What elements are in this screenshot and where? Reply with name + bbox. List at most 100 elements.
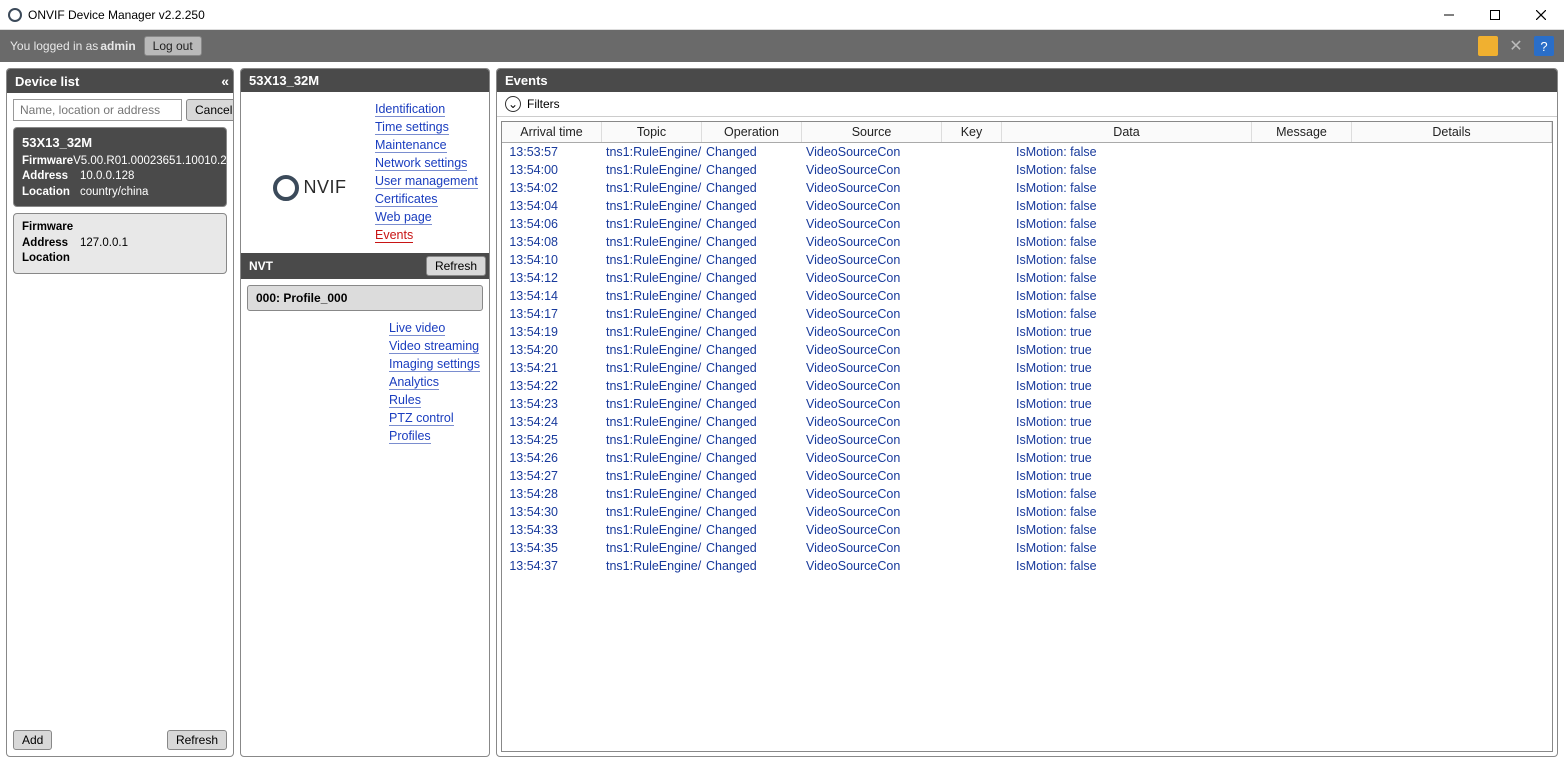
device-link-certificates[interactable]: Certificates xyxy=(375,192,438,207)
cell-source: VideoSourceCon xyxy=(802,431,942,449)
event-row[interactable]: 13:54:27tns1:RuleEngine/ChangedVideoSour… xyxy=(502,467,1552,485)
event-row[interactable]: 13:54:22tns1:RuleEngine/ChangedVideoSour… xyxy=(502,377,1552,395)
event-row[interactable]: 13:54:08tns1:RuleEngine/ChangedVideoSour… xyxy=(502,233,1552,251)
event-row[interactable]: 13:54:25tns1:RuleEngine/ChangedVideoSour… xyxy=(502,431,1552,449)
cell-data: IsMotion: false xyxy=(1002,521,1252,539)
device-search-input[interactable] xyxy=(13,99,182,121)
cell-key xyxy=(942,485,1002,503)
device-card[interactable]: FirmwareAddress127.0.0.1Location xyxy=(13,213,227,274)
cell-data: IsMotion: false xyxy=(1002,557,1252,575)
window-maximize-button[interactable] xyxy=(1472,0,1518,30)
search-cancel-button[interactable]: Cancel xyxy=(186,99,234,121)
filters-label: Filters xyxy=(527,97,560,111)
event-row[interactable]: 13:54:28tns1:RuleEngine/ChangedVideoSour… xyxy=(502,485,1552,503)
cell-source: VideoSourceCon xyxy=(802,539,942,557)
cell-source: VideoSourceCon xyxy=(802,305,942,323)
event-row[interactable]: 13:54:35tns1:RuleEngine/ChangedVideoSour… xyxy=(502,539,1552,557)
filters-row[interactable]: ⌄ Filters xyxy=(497,92,1557,117)
cell-data: IsMotion: true xyxy=(1002,341,1252,359)
col-key[interactable]: Key xyxy=(942,122,1002,142)
cell-data: IsMotion: false xyxy=(1002,215,1252,233)
device-link-user-management[interactable]: User management xyxy=(375,174,478,189)
profile-link-ptz-control[interactable]: PTZ control xyxy=(389,411,454,426)
logout-button[interactable]: Log out xyxy=(144,36,202,56)
event-row[interactable]: 13:54:33tns1:RuleEngine/ChangedVideoSour… xyxy=(502,521,1552,539)
event-row[interactable]: 13:54:00tns1:RuleEngine/ChangedVideoSour… xyxy=(502,161,1552,179)
window-close-button[interactable] xyxy=(1518,0,1564,30)
cell-data: IsMotion: true xyxy=(1002,359,1252,377)
address-label: Address xyxy=(22,169,80,185)
add-device-button[interactable]: Add xyxy=(13,730,52,750)
help-icon[interactable]: ? xyxy=(1534,36,1554,56)
profile-link-live-video[interactable]: Live video xyxy=(389,321,445,336)
cell-message xyxy=(1252,521,1352,539)
col-details[interactable]: Details xyxy=(1352,122,1552,142)
cell-time: 13:54:26 xyxy=(502,449,602,467)
cell-key xyxy=(942,179,1002,197)
cell-message xyxy=(1252,359,1352,377)
profile-link-imaging-settings[interactable]: Imaging settings xyxy=(389,357,480,372)
event-row[interactable]: 13:54:20tns1:RuleEngine/ChangedVideoSour… xyxy=(502,341,1552,359)
window-minimize-button[interactable] xyxy=(1426,0,1472,30)
cell-operation: Changed xyxy=(702,413,802,431)
device-card[interactable]: 53X13_32MFirmwareV5.00.R01.00023651.1001… xyxy=(13,127,227,207)
cell-details xyxy=(1352,305,1552,323)
profile-link-profiles[interactable]: Profiles xyxy=(389,429,431,444)
tools-icon[interactable]: ✕ xyxy=(1506,36,1526,56)
col-operation[interactable]: Operation xyxy=(702,122,802,142)
event-row[interactable]: 13:54:06tns1:RuleEngine/ChangedVideoSour… xyxy=(502,215,1552,233)
nvt-refresh-button[interactable]: Refresh xyxy=(426,256,486,276)
device-link-time-settings[interactable]: Time settings xyxy=(375,120,449,135)
cell-data: IsMotion: false xyxy=(1002,539,1252,557)
cell-time: 13:54:37 xyxy=(502,557,602,575)
profile-link-rules[interactable]: Rules xyxy=(389,393,421,408)
cell-data: IsMotion: true xyxy=(1002,431,1252,449)
device-link-network-settings[interactable]: Network settings xyxy=(375,156,467,171)
event-row[interactable]: 13:54:17tns1:RuleEngine/ChangedVideoSour… xyxy=(502,305,1552,323)
event-row[interactable]: 13:54:23tns1:RuleEngine/ChangedVideoSour… xyxy=(502,395,1552,413)
event-row[interactable]: 13:53:57tns1:RuleEngine/ChangedVideoSour… xyxy=(502,143,1552,161)
cell-details xyxy=(1352,539,1552,557)
cell-topic: tns1:RuleEngine/ xyxy=(602,521,702,539)
profile-link-analytics[interactable]: Analytics xyxy=(389,375,439,390)
cell-operation: Changed xyxy=(702,467,802,485)
cell-time: 13:54:12 xyxy=(502,269,602,287)
collapse-icon[interactable]: « xyxy=(221,73,225,89)
event-row[interactable]: 13:54:37tns1:RuleEngine/ChangedVideoSour… xyxy=(502,557,1552,575)
event-row[interactable]: 13:54:21tns1:RuleEngine/ChangedVideoSour… xyxy=(502,359,1552,377)
titlebar: ONVIF Device Manager v2.2.250 xyxy=(0,0,1564,30)
event-row[interactable]: 13:54:24tns1:RuleEngine/ChangedVideoSour… xyxy=(502,413,1552,431)
cell-data: IsMotion: false xyxy=(1002,485,1252,503)
refresh-devices-button[interactable]: Refresh xyxy=(167,730,227,750)
col-topic[interactable]: Topic xyxy=(602,122,702,142)
col-arrival-time[interactable]: Arrival time xyxy=(502,122,602,142)
col-data[interactable]: Data xyxy=(1002,122,1252,142)
events-header: Events xyxy=(497,69,1557,92)
device-link-events[interactable]: Events xyxy=(375,228,413,243)
event-row[interactable]: 13:54:02tns1:RuleEngine/ChangedVideoSour… xyxy=(502,179,1552,197)
profile-link-video-streaming[interactable]: Video streaming xyxy=(389,339,479,354)
settings-folder-icon[interactable] xyxy=(1478,36,1498,56)
cell-source: VideoSourceCon xyxy=(802,413,942,431)
cell-data: IsMotion: false xyxy=(1002,233,1252,251)
device-link-maintenance[interactable]: Maintenance xyxy=(375,138,447,153)
event-row[interactable]: 13:54:30tns1:RuleEngine/ChangedVideoSour… xyxy=(502,503,1552,521)
device-link-identification[interactable]: Identification xyxy=(375,102,445,117)
device-link-web-page[interactable]: Web page xyxy=(375,210,432,225)
col-message[interactable]: Message xyxy=(1252,122,1352,142)
col-source[interactable]: Source xyxy=(802,122,942,142)
event-row[interactable]: 13:54:19tns1:RuleEngine/ChangedVideoSour… xyxy=(502,323,1552,341)
cell-details xyxy=(1352,431,1552,449)
event-row[interactable]: 13:54:26tns1:RuleEngine/ChangedVideoSour… xyxy=(502,449,1552,467)
event-row[interactable]: 13:54:10tns1:RuleEngine/ChangedVideoSour… xyxy=(502,251,1552,269)
event-row[interactable]: 13:54:12tns1:RuleEngine/ChangedVideoSour… xyxy=(502,269,1552,287)
event-row[interactable]: 13:54:14tns1:RuleEngine/ChangedVideoSour… xyxy=(502,287,1552,305)
cell-time: 13:54:08 xyxy=(502,233,602,251)
cell-data: IsMotion: true xyxy=(1002,413,1252,431)
cell-details xyxy=(1352,359,1552,377)
event-row[interactable]: 13:54:04tns1:RuleEngine/ChangedVideoSour… xyxy=(502,197,1552,215)
cell-operation: Changed xyxy=(702,557,802,575)
cell-operation: Changed xyxy=(702,395,802,413)
expand-filters-icon[interactable]: ⌄ xyxy=(505,96,521,112)
profile-item[interactable]: 000: Profile_000 xyxy=(247,285,483,311)
